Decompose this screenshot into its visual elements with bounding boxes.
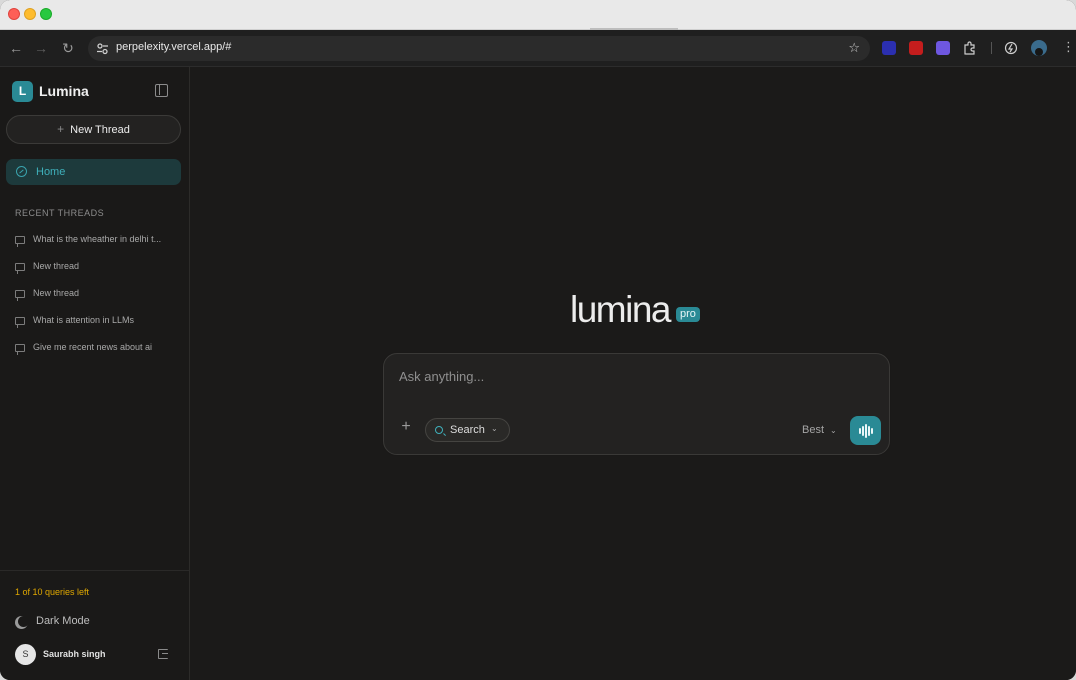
thread-item[interactable]: What is attention in LLMs	[15, 315, 180, 331]
search-icon	[435, 426, 443, 434]
forward-arrow-icon[interactable]: →	[33, 40, 49, 56]
profile-avatar[interactable]	[1031, 40, 1047, 56]
main-content: lumina pro Ask anything... + Search ⌄ Bes…	[190, 67, 1076, 680]
chat-bubble-icon	[15, 263, 25, 274]
moon-icon	[18, 616, 29, 627]
chevron-down-icon: ⌄	[491, 424, 498, 433]
back-arrow-icon[interactable]: ←	[8, 40, 24, 56]
waveform-icon	[862, 426, 864, 436]
user-name: Saurabh singh	[43, 649, 106, 659]
address-bar[interactable]: perpelexity.vercel.app/# ☆	[88, 36, 870, 61]
extension-blue-icon[interactable]	[882, 41, 896, 55]
pro-badge: pro	[676, 307, 700, 323]
url-text[interactable]: perpelexity.vercel.app/#	[116, 41, 231, 53]
thread-label: What is attention in LLMs	[33, 315, 135, 325]
ask-box: Ask anything... + Search ⌄ Best ⌄	[383, 353, 890, 455]
thread-label: Give me recent news about ai	[33, 342, 153, 352]
sidebar: L Lumina + New Thread Home RECENT THREADS…	[0, 67, 190, 680]
title-bar	[0, 0, 1076, 30]
chat-bubble-icon	[15, 317, 25, 328]
add-attachment-button[interactable]: +	[399, 419, 413, 435]
waveform-icon	[865, 424, 867, 438]
search-mode-label: Search	[450, 424, 485, 436]
avatar: S	[15, 644, 36, 665]
close-window-button[interactable]	[8, 8, 20, 20]
dark-mode-label: Dark Mode	[36, 615, 90, 627]
waveform-icon	[868, 426, 870, 436]
hero-wordmark: lumina	[570, 289, 672, 330]
extension-red-icon[interactable]	[909, 41, 923, 55]
toolbar-divider	[991, 42, 992, 54]
thread-item[interactable]: Give me recent news about ai	[15, 342, 180, 358]
thread-item[interactable]: What is the wheather in delhi t...	[15, 234, 180, 250]
performance-icon[interactable]	[1004, 41, 1018, 55]
extensions-puzzle-icon[interactable]	[963, 41, 977, 55]
voice-mode-button[interactable]	[850, 416, 881, 445]
reload-icon[interactable]: ↻	[60, 40, 76, 56]
sidebar-item-label: Home	[36, 166, 66, 178]
minimize-window-button[interactable]	[24, 8, 36, 20]
brand-logo: L	[12, 81, 33, 102]
thread-item[interactable]: New thread	[15, 261, 180, 277]
new-thread-label: New Thread	[70, 124, 130, 136]
queries-left-text: 1 of 10 queries left	[15, 587, 90, 597]
thread-label: What is the wheather in delhi t...	[33, 234, 162, 244]
collapse-sidebar-icon[interactable]	[155, 84, 168, 97]
new-thread-button[interactable]: + New Thread	[6, 115, 181, 144]
brand-name: Lumina	[39, 83, 89, 99]
sidebar-item-home[interactable]: Home	[6, 159, 181, 185]
waveform-icon	[859, 428, 861, 434]
logout-icon[interactable]	[158, 649, 168, 659]
compass-icon	[16, 166, 27, 177]
ask-input[interactable]: Ask anything...	[399, 369, 484, 384]
chat-bubble-icon	[15, 344, 25, 355]
browser-menu-icon[interactable]: ⋮	[1062, 39, 1075, 55]
waveform-icon	[871, 428, 873, 434]
bookmark-star-icon[interactable]: ☆	[848, 40, 860, 56]
hero-logo: lumina pro	[570, 289, 700, 330]
search-mode-dropdown[interactable]: Search ⌄	[425, 418, 510, 442]
dark-mode-toggle[interactable]: Dark Mode	[15, 614, 175, 630]
thread-label: New thread	[33, 288, 80, 298]
thread-item[interactable]: New thread	[15, 288, 180, 304]
thread-label: New thread	[33, 261, 80, 271]
browser-window: ← → ↻ perpelexity.vercel.app/# ☆ ⋮ L Lum…	[0, 0, 1076, 680]
recent-threads-heading: RECENT THREADS	[15, 208, 105, 218]
chat-bubble-icon	[15, 236, 25, 247]
chat-bubble-icon	[15, 290, 25, 301]
plus-icon: +	[57, 122, 65, 136]
extension-purple-icon[interactable]	[936, 41, 950, 55]
maximize-window-button[interactable]	[40, 8, 52, 20]
chevron-down-icon[interactable]: ⌄	[830, 426, 837, 435]
sidebar-divider	[0, 570, 189, 571]
user-profile[interactable]: S Saurabh singh	[15, 644, 175, 666]
model-selector[interactable]: Best	[802, 424, 824, 436]
browser-toolbar: ← → ↻ perpelexity.vercel.app/# ☆ ⋮	[0, 30, 1076, 67]
site-settings-icon[interactable]	[96, 42, 109, 55]
